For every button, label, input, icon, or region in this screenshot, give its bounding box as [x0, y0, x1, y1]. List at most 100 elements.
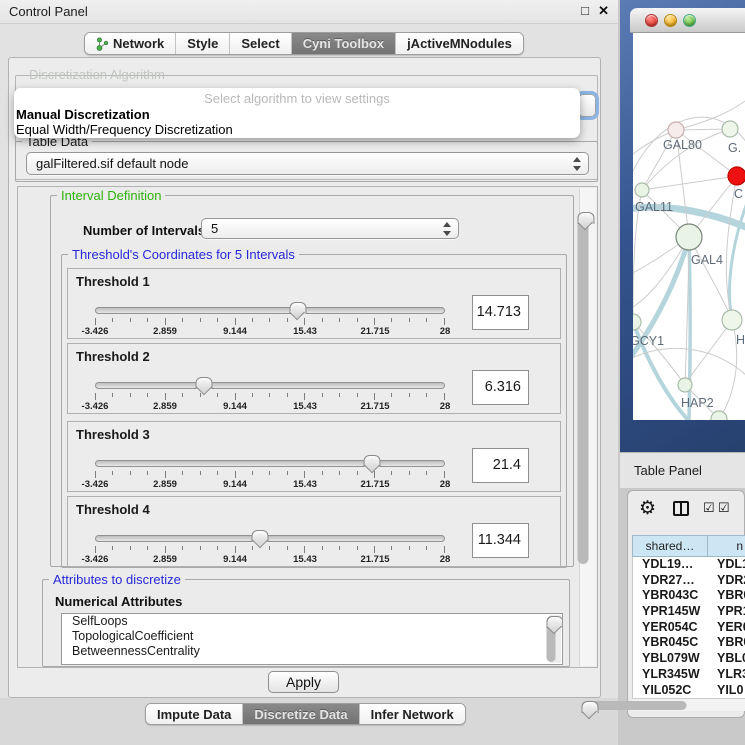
threshold-2-value-field[interactable]: 6.316 — [472, 370, 529, 405]
slider-thumb[interactable] — [290, 302, 305, 319]
gear-icon[interactable]: ⚙ — [639, 497, 656, 520]
network-node[interactable] — [676, 224, 702, 250]
tick-mark — [182, 546, 183, 550]
table-row[interactable]: YDR27…YDR2 — [633, 573, 745, 589]
network-node[interactable] — [633, 314, 641, 330]
tick-label: -3.426 — [82, 479, 109, 490]
cell-name[interactable]: YBR0 — [717, 635, 745, 651]
network-node[interactable] — [668, 122, 684, 138]
tick-mark — [287, 471, 288, 475]
threshold-3-slider[interactable]: -3.4262.8599.14415.4321.71528 — [95, 460, 445, 490]
table-row[interactable]: YER054CYER0 — [633, 620, 745, 636]
slider-thumb[interactable] — [252, 530, 267, 547]
network-canvas[interactable]: GAL80G.GAL11GAL4CGCY1HHAP2 — [633, 33, 745, 420]
cell-shared-name[interactable]: YDL19… — [633, 557, 717, 573]
tab-network[interactable]: Network — [85, 33, 176, 54]
table-row[interactable]: YPR145WYPR1 — [633, 604, 745, 620]
tick-mark — [147, 318, 148, 322]
threshold-4-value-field[interactable]: 11.344 — [472, 523, 529, 558]
attributes-list-scrollbar[interactable] — [550, 615, 561, 663]
zoom-traffic-light-icon[interactable] — [683, 14, 696, 27]
cell-shared-name[interactable]: YER054C — [633, 620, 717, 636]
tab-cyni-toolbox[interactable]: Cyni Toolbox — [292, 33, 396, 54]
tick-mark — [409, 318, 410, 322]
tab-style[interactable]: Style — [176, 33, 230, 54]
threshold-2-slider[interactable]: -3.4262.8599.14415.4321.71528 — [95, 382, 445, 412]
tick-mark — [217, 471, 218, 475]
tab-discretize-data[interactable]: Discretize Data — [243, 704, 359, 724]
cell-name[interactable]: YBL0 — [717, 651, 745, 667]
attribute-item[interactable]: TopologicalCoefficient — [62, 629, 562, 644]
attribute-item[interactable]: SelfLoops — [62, 614, 562, 629]
number-of-intervals-combobox[interactable]: 5 — [201, 218, 459, 239]
table-row[interactable]: YLR345WYLR3 — [633, 667, 745, 683]
cell-shared-name[interactable]: YDR27… — [633, 573, 717, 589]
network-node[interactable] — [728, 167, 745, 185]
cell-shared-name[interactable]: YBR043C — [633, 588, 717, 604]
cell-shared-name[interactable]: YIL052C — [633, 683, 717, 699]
slider-track[interactable] — [95, 460, 445, 467]
cell-name[interactable]: YDR2 — [717, 573, 745, 589]
table-row[interactable]: YIL052CYIL0 — [633, 683, 745, 699]
slider-track[interactable] — [95, 535, 445, 542]
scrollbar-thumb[interactable] — [547, 616, 556, 662]
column-header-name[interactable]: n — [708, 535, 745, 557]
tab-impute-data[interactable]: Impute Data — [146, 704, 243, 724]
numerical-attributes-list[interactable]: SelfLoopsTopologicalCoefficientBetweenne… — [61, 613, 563, 665]
attribute-item[interactable]: BetweennessCentrality — [62, 644, 562, 659]
threshold-3-value-field[interactable]: 21.4 — [472, 448, 529, 483]
table-row[interactable]: YBR045CYBR0 — [633, 635, 745, 651]
numerical-attributes-label: Numerical Attributes — [55, 594, 182, 609]
dropdown-option-manual-discretization[interactable]: Manual Discretization — [16, 107, 150, 122]
slider-thumb[interactable] — [364, 455, 379, 472]
threshold-4-slider[interactable]: -3.4262.8599.14415.4321.71528 — [95, 535, 445, 565]
threshold-1-slider[interactable]: -3.4262.8599.14415.4321.71528 — [95, 307, 445, 337]
checkbox-select-none-icon[interactable]: ☑ — [718, 500, 730, 516]
slider-thumb[interactable] — [196, 377, 211, 394]
table-data-combobox[interactable]: galFiltered.sif default node — [26, 152, 589, 175]
cell-name[interactable]: YLR3 — [717, 667, 745, 683]
cell-name[interactable]: YPR1 — [717, 604, 745, 620]
columns-icon[interactable] — [673, 501, 689, 516]
tick-mark — [200, 546, 201, 550]
column-header-shared-name[interactable]: shared… — [632, 535, 708, 557]
float-window-icon[interactable]: □ — [581, 3, 589, 18]
checkbox-select-all-icon[interactable]: ☑ — [703, 500, 715, 516]
cell-shared-name[interactable]: YBL079W — [633, 651, 717, 667]
network-node[interactable] — [711, 411, 727, 420]
threshold-1-value-field[interactable]: 14.713 — [472, 295, 529, 330]
scrollbar-thumb[interactable] — [582, 701, 687, 710]
tab-select[interactable]: Select — [230, 33, 291, 54]
scrollbar-thumb[interactable] — [578, 212, 589, 564]
cell-name[interactable]: YBR0 — [717, 588, 745, 604]
close-traffic-light-icon[interactable] — [645, 14, 658, 27]
cell-shared-name[interactable]: YLR345W — [633, 667, 717, 683]
slider-track[interactable] — [95, 307, 445, 314]
table-rows[interactable]: YDL19…YDL1YDR27…YDR2YBR043CYBR0YPR145WYP… — [632, 557, 745, 698]
network-graph[interactable]: GAL80G.GAL11GAL4CGCY1HHAP2 — [633, 33, 745, 420]
table-row[interactable]: YDL19…YDL1 — [633, 557, 745, 573]
dropdown-option-equal-width-frequency[interactable]: Equal Width/Frequency Discretization — [16, 122, 233, 137]
cell-shared-name[interactable]: YBR045C — [633, 635, 717, 651]
slider-track[interactable] — [95, 382, 445, 389]
table-row[interactable]: YBL079WYBL0 — [633, 651, 745, 667]
tab-infer-network[interactable]: Infer Network — [360, 704, 465, 724]
tab-label: jActiveMNodules — [407, 36, 512, 51]
tick-mark — [426, 393, 427, 397]
table-row[interactable]: YBR043CYBR0 — [633, 588, 745, 604]
network-node[interactable] — [635, 183, 649, 197]
apply-button[interactable]: Apply — [268, 671, 339, 693]
cell-shared-name[interactable]: YPR145W — [633, 604, 717, 620]
cell-name[interactable]: YER0 — [717, 620, 745, 636]
table-horizontal-scrollbar[interactable] — [632, 698, 745, 711]
minimize-traffic-light-icon[interactable] — [664, 14, 677, 27]
settings-vertical-scrollbar[interactable] — [579, 188, 596, 666]
network-node[interactable] — [678, 378, 692, 392]
tick-mark — [374, 546, 375, 553]
network-node[interactable] — [722, 310, 742, 330]
tab-jactivemnodules[interactable]: jActiveMNodules — [396, 33, 523, 54]
cell-name[interactable]: YIL0 — [717, 683, 745, 699]
close-window-icon[interactable]: ✕ — [598, 3, 609, 19]
cell-name[interactable]: YDL1 — [717, 557, 745, 573]
network-node[interactable] — [722, 121, 738, 137]
